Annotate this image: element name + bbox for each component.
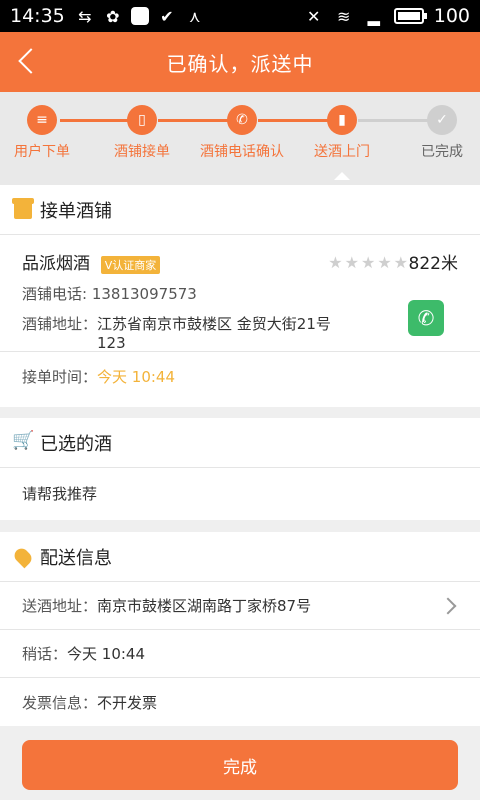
step-label: 已完成	[421, 144, 463, 160]
status-time: 14:35	[10, 5, 65, 27]
delivery-address: 南京市鼓楼区湖南路丁家桥87号	[97, 597, 312, 615]
call-phone-button[interactable]: ✆	[408, 300, 444, 336]
address-line2: 123	[97, 334, 126, 352]
delivery-section-header: 配送信息	[0, 532, 480, 582]
location-pin-icon	[11, 545, 35, 568]
mute-icon: ✕	[307, 6, 321, 26]
check-circle-icon: ✔	[160, 6, 174, 26]
app-header: 已确认，派送中	[0, 32, 480, 92]
invoice-label: 发票信息：	[22, 693, 98, 712]
note-label: 稍话：	[22, 645, 68, 663]
paw-icon: ✿	[106, 6, 120, 26]
step-user-order: ≡ 用户下单	[0, 105, 90, 161]
usb-icon: ⇆	[78, 6, 92, 26]
accept-time-row: 接单时间： 今天 10:44	[0, 351, 480, 401]
invoice-value: 不开发票	[97, 693, 158, 712]
app-notification-icon	[130, 7, 149, 25]
current-step-pointer	[334, 172, 350, 180]
phone-number: 13813097573	[91, 285, 197, 303]
wifi-icon: ≋	[337, 6, 351, 26]
complete-button[interactable]: 完成	[22, 740, 458, 790]
phone-icon: ✆	[227, 105, 257, 135]
shop-name-row: 品派烟酒 V认证商家	[0, 249, 180, 274]
shop-name: 品派烟酒	[22, 254, 90, 274]
section-title: 接单酒铺	[40, 200, 112, 222]
accept-time-label: 接单时间：	[22, 368, 98, 386]
step-complete: ✓ 已完成	[394, 105, 480, 161]
step-label: 送酒上门	[314, 144, 370, 160]
delivery-address-row[interactable]: 送酒地址： 南京市鼓楼区湖南路丁家桥87号	[0, 582, 480, 630]
check-icon: ✓	[427, 105, 457, 135]
note-value: 今天 10:44	[67, 645, 146, 663]
address-label: 酒铺地址：	[22, 315, 98, 333]
shop-icon	[12, 197, 34, 219]
door-icon: ▮	[327, 105, 357, 135]
step-delivery: ▮ 送酒上门	[294, 105, 390, 161]
shop-card: 接单酒铺 品派烟酒 V认证商家 ★★★★★ 822米 酒铺电话: 1381309…	[0, 185, 480, 407]
note-row: 稍话： 今天 10:44	[0, 630, 480, 678]
wine-section-header: 已选的酒	[0, 418, 480, 468]
delivery-card: 配送信息 送酒地址： 南京市鼓楼区湖南路丁家桥87号 稍话： 今天 10:44 …	[0, 532, 480, 726]
page-title: 已确认，派送中	[166, 51, 314, 76]
shop-address-row: 酒铺地址： 江苏省南京市鼓楼区 金贸大街21号 123	[0, 313, 351, 352]
wine-content: 请帮我推荐	[22, 484, 98, 503]
status-bar: 14:35 ⇆ ✿ ✔ ⋏ ✕ ≋ ▂ 100	[0, 0, 480, 32]
battery-icon	[393, 8, 427, 24]
notification-icons: ⇆ ✿ ✔ ⋏	[75, 6, 205, 26]
battery-level: 100	[433, 5, 470, 27]
shop-info: 品派烟酒 V认证商家 ★★★★★ 822米 酒铺电话: 13813097573 …	[0, 235, 480, 352]
section-title: 已选的酒	[40, 433, 112, 455]
phone-label: 酒铺电话:	[22, 285, 88, 303]
shop-phone-row: 酒铺电话: 13813097573	[0, 283, 217, 304]
verified-badge: V认证商家	[100, 255, 161, 274]
order-progress: ≡ 用户下单 ▯ 酒铺接单 ✆ 酒铺电话确认 ▮ 送酒上门 ✓ 已完成	[0, 92, 480, 185]
share-icon: ⋏	[188, 6, 201, 26]
shop-section-header: 接单酒铺	[0, 185, 480, 235]
address-value: 江苏省南京市鼓楼区 金贸大街21号 123	[97, 313, 331, 352]
step-label: 用户下单	[14, 144, 70, 160]
address-line1: 江苏省南京市鼓楼区 金贸大街21号	[97, 315, 331, 333]
chevron-right-icon	[439, 597, 457, 615]
section-title: 配送信息	[40, 547, 112, 569]
invoice-row: 发票信息： 不开发票	[0, 678, 480, 726]
step-shop-accept: ▯ 酒铺接单	[94, 105, 190, 161]
cart-icon	[12, 430, 34, 452]
rating-stars: ★★★★★	[328, 253, 410, 272]
phone-device-icon: ▯	[127, 105, 157, 135]
signal-icon: ▂	[367, 6, 380, 26]
step-label: 酒铺电话确认	[200, 144, 284, 160]
step-label: 酒铺接单	[114, 144, 170, 160]
shop-distance: 822米	[408, 254, 458, 274]
back-arrow-icon[interactable]	[14, 46, 44, 78]
delivery-address-label: 送酒地址：	[22, 597, 98, 615]
selected-wine-card: 已选的酒 请帮我推荐	[0, 418, 480, 520]
accept-time-value: 今天 10:44	[97, 368, 176, 386]
system-icons: ✕ ≋ ▂ 100	[304, 5, 470, 27]
document-icon: ≡	[27, 105, 57, 135]
step-phone-confirm: ✆ 酒铺电话确认	[194, 105, 290, 161]
